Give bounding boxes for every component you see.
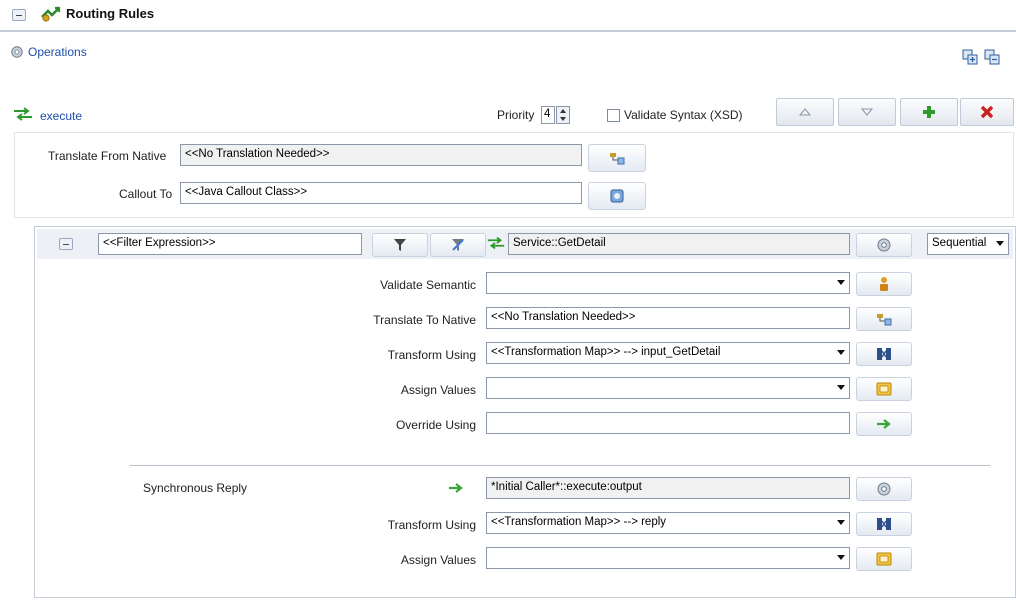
reply-transform-using-select[interactable]: <<Transformation Map>> --> reply: [486, 512, 850, 534]
validate-semantic-label: Validate Semantic: [380, 278, 476, 292]
collapse-routing-rules-button[interactable]: [12, 9, 26, 21]
validate-syntax-label: Validate Syntax (XSD): [624, 108, 743, 122]
callout-browse-button[interactable]: [588, 182, 646, 210]
reply-assign-values-select[interactable]: [486, 547, 850, 569]
routing-rules-icon: [40, 6, 62, 25]
translate-from-native-button[interactable]: [588, 144, 646, 172]
service-browse-button[interactable]: [856, 233, 912, 257]
reply-browse-button[interactable]: [856, 477, 912, 501]
page-title: Routing Rules: [66, 6, 155, 21]
reply-transform-using-label: Transform Using: [387, 518, 476, 532]
move-down-button[interactable]: [838, 98, 896, 126]
synchronous-reply-label: Synchronous Reply: [143, 481, 248, 495]
filter-expression-field[interactable]: <<Filter Expression>>: [98, 233, 362, 255]
transform-map-button[interactable]: [856, 342, 912, 366]
routing-arrows-icon: [12, 107, 34, 124]
chevron-down-icon: [837, 520, 845, 525]
triangle-down-icon: [861, 108, 873, 116]
operations-link[interactable]: Operations: [28, 45, 87, 59]
transform-using-label: Transform Using: [387, 348, 476, 362]
assign-icon: [876, 382, 892, 396]
override-using-button[interactable]: [856, 412, 912, 436]
gear-icon: [10, 45, 24, 62]
gear-icon: [877, 238, 891, 252]
service-target-field[interactable]: Service::GetDetail: [508, 233, 850, 255]
transform-using-select[interactable]: <<Transformation Map>> --> input_GetDeta…: [486, 342, 850, 364]
assign-values-button[interactable]: [856, 377, 912, 401]
translate-to-native-button[interactable]: [856, 307, 912, 331]
triangle-up-icon: [799, 108, 811, 116]
priority-input[interactable]: 4: [541, 106, 555, 124]
validate-semantic-button[interactable]: [856, 272, 912, 296]
routing-arrows-icon: [486, 236, 506, 253]
chevron-down-icon: [837, 555, 845, 560]
reply-transform-using-value: <<Transformation Map>> --> reply: [491, 516, 667, 528]
filter-button[interactable]: [372, 233, 428, 257]
header-divider: [0, 30, 1016, 32]
execution-mode-value: Sequential: [932, 237, 987, 249]
clear-filter-button[interactable]: [430, 233, 486, 257]
translate-icon: [610, 153, 625, 165]
reply-target-field[interactable]: *Initial Caller*::execute:output: [486, 477, 850, 499]
override-using-label: Override Using: [395, 418, 476, 432]
transformation-icon: [877, 348, 891, 360]
delete-rule-button[interactable]: [960, 98, 1014, 126]
reply-divider: [130, 465, 990, 466]
arrow-right-icon: [448, 483, 464, 496]
reply-transform-map-button[interactable]: [856, 512, 912, 536]
collapse-target-button[interactable]: [59, 238, 73, 250]
validate-syntax-checkbox[interactable]: [607, 109, 620, 122]
callout-to-field[interactable]: <<Java Callout Class>>: [180, 182, 582, 204]
translate-icon: [877, 314, 892, 326]
expand-all-icon[interactable]: [962, 49, 978, 68]
add-rule-button[interactable]: [900, 98, 958, 126]
assign-icon: [876, 552, 892, 566]
chevron-down-icon: [837, 280, 845, 285]
clear-filter-icon: [452, 239, 464, 251]
move-up-button[interactable]: [776, 98, 834, 126]
x-icon: [980, 105, 994, 119]
transform-using-value: <<Transformation Map>> --> input_GetDeta…: [491, 346, 721, 358]
validate-semantic-select[interactable]: [486, 272, 850, 294]
operation-name[interactable]: execute: [40, 109, 82, 123]
callout-to-label: Callout To: [119, 187, 173, 201]
arrow-right-icon: [877, 419, 891, 429]
gear-icon: [877, 482, 891, 496]
priority-spinner[interactable]: [556, 106, 570, 124]
translate-to-native-field[interactable]: <<No Translation Needed>>: [486, 307, 850, 329]
schematron-icon: [880, 277, 888, 291]
override-using-field[interactable]: [486, 412, 850, 434]
transformation-icon: [877, 518, 891, 530]
plus-icon: [923, 106, 935, 118]
translate-from-native-field[interactable]: <<No Translation Needed>>: [180, 144, 582, 166]
translate-from-native-label: Translate From Native: [48, 149, 167, 163]
priority-label: Priority: [497, 108, 535, 122]
chevron-down-icon: [837, 385, 845, 390]
java-class-icon: [610, 189, 624, 203]
assign-values-label: Assign Values: [400, 383, 476, 397]
reply-assign-values-button[interactable]: [856, 547, 912, 571]
collapse-all-icon[interactable]: [984, 49, 1000, 68]
chevron-down-icon: [996, 241, 1004, 246]
execution-mode-select[interactable]: Sequential: [927, 233, 1009, 255]
chevron-down-icon: [837, 350, 845, 355]
filter-icon: [394, 239, 406, 251]
assign-values-select[interactable]: [486, 377, 850, 399]
reply-assign-values-label: Assign Values: [400, 553, 476, 567]
translate-to-native-label: Translate To Native: [373, 313, 476, 327]
